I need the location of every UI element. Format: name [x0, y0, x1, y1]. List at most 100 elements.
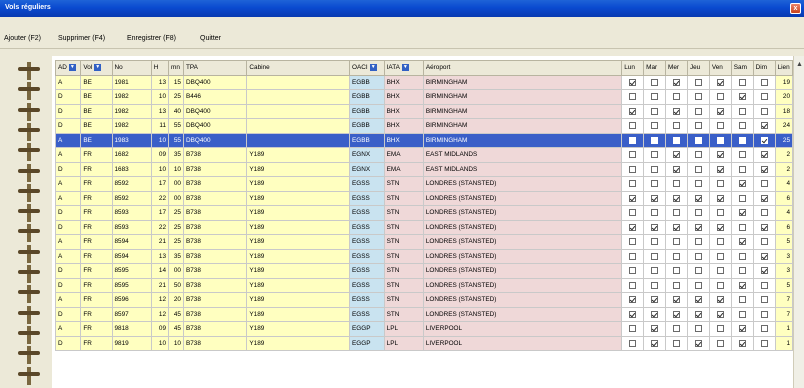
cell-ad[interactable]: A — [54, 176, 82, 192]
cell-iata[interactable]: EMA — [383, 147, 424, 163]
cell-vol[interactable]: FR — [80, 277, 113, 293]
day-checkbox[interactable] — [694, 136, 702, 144]
cell-tpa[interactable]: B738 — [182, 190, 248, 206]
col-dim[interactable]: Dim — [752, 60, 776, 76]
cell-aeroport[interactable]: BIRMINGHAM — [422, 103, 623, 119]
day-checkbox[interactable] — [672, 136, 680, 144]
cell-no[interactable]: 1982 — [111, 89, 152, 105]
cell-aeroport[interactable]: LIVERPOOL — [422, 335, 623, 351]
day-checkbox[interactable] — [651, 107, 659, 115]
filter-dropdown-icon[interactable]: ▼ — [369, 64, 377, 72]
scroll-up-icon[interactable]: ▲ — [795, 60, 804, 69]
cell-tpa[interactable]: B738 — [182, 219, 248, 235]
cell-mn[interactable]: 45 — [168, 306, 184, 322]
day-checkbox[interactable] — [760, 122, 768, 130]
cell-aeroport[interactable]: EAST MIDLANDS — [422, 161, 623, 177]
day-checkbox[interactable] — [760, 252, 768, 260]
cell-tpa[interactable]: B446 — [182, 89, 248, 105]
cell-aeroport[interactable]: BIRMINGHAM — [422, 89, 623, 105]
cell-vol[interactable]: BE — [80, 118, 113, 134]
cell-aeroport[interactable]: LONDRES (STANSTED) — [422, 190, 623, 206]
day-checkbox[interactable] — [651, 78, 659, 86]
cell-mn[interactable]: 55 — [168, 118, 184, 134]
table-row[interactable]: A FR 8594 13 35 B738 Y189 EGSS STN LONDRES (STANS… — [54, 248, 794, 264]
day-checkbox[interactable] — [629, 325, 637, 333]
cell-iata[interactable]: LPL — [383, 321, 424, 337]
cell-aeroport[interactable]: LONDRES (STANSTED) — [422, 277, 623, 293]
day-checkbox[interactable] — [651, 93, 659, 101]
day-checkbox[interactable] — [694, 296, 702, 304]
cell-aeroport[interactable]: LONDRES (STANSTED) — [422, 176, 623, 192]
col-ven[interactable]: Ven — [708, 60, 732, 76]
cell-cabine[interactable] — [246, 89, 351, 105]
menu-ajouter[interactable]: Ajouter (F2) — [4, 35, 41, 42]
table-row[interactable]: D FR 8597 12 45 B738 Y189 EGSS STN LONDRES (STANS… — [54, 306, 794, 322]
cell-tpa[interactable]: B738 — [182, 306, 248, 322]
day-checkbox[interactable] — [629, 267, 637, 275]
table-row[interactable]: A FR 8594 21 25 B738 Y189 EGSS STN LONDRES (STANS… — [54, 234, 794, 250]
cell-oaci[interactable]: EGSS — [349, 190, 385, 206]
cell-mn[interactable]: 00 — [168, 190, 184, 206]
day-checkbox[interactable] — [760, 180, 768, 188]
cell-h[interactable]: 10 — [150, 89, 170, 105]
cell-no[interactable]: 8594 — [111, 234, 152, 250]
day-checkbox[interactable] — [651, 325, 659, 333]
cell-mn[interactable]: 40 — [168, 103, 184, 119]
col-mar[interactable]: Mar — [643, 60, 667, 76]
cell-aeroport[interactable]: EAST MIDLANDS — [422, 147, 623, 163]
cell-vol[interactable]: BE — [80, 132, 113, 148]
cell-aeroport[interactable]: LONDRES (STANSTED) — [422, 306, 623, 322]
cell-iata[interactable]: STN — [383, 263, 424, 279]
cell-aeroport[interactable]: LONDRES (STANSTED) — [422, 234, 623, 250]
day-checkbox[interactable] — [760, 165, 768, 173]
cell-iata[interactable]: STN — [383, 306, 424, 322]
cell-cabine[interactable]: Y189 — [246, 234, 351, 250]
cell-iata[interactable]: STN — [383, 277, 424, 293]
col-no[interactable]: No — [111, 60, 152, 76]
cell-lien[interactable]: 19 — [774, 74, 794, 90]
day-checkbox[interactable] — [760, 151, 768, 159]
cell-tpa[interactable]: B738 — [182, 248, 248, 264]
cell-tpa[interactable]: B738 — [182, 263, 248, 279]
day-checkbox[interactable] — [651, 223, 659, 231]
table-row[interactable]: D FR 8595 21 50 B738 Y189 EGSS STN LONDRES (STANS… — [54, 277, 794, 293]
day-checkbox[interactable] — [672, 267, 680, 275]
cell-ad[interactable]: A — [54, 74, 82, 90]
cell-vol[interactable]: FR — [80, 248, 113, 264]
cell-h[interactable]: 22 — [150, 219, 170, 235]
cell-mn[interactable]: 20 — [168, 292, 184, 308]
cell-cabine[interactable]: Y189 — [246, 292, 351, 308]
cell-lien[interactable]: 6 — [774, 219, 794, 235]
day-checkbox[interactable] — [651, 238, 659, 246]
col-lun[interactable]: Lun — [621, 60, 645, 76]
cell-mn[interactable]: 35 — [168, 147, 184, 163]
cell-oaci[interactable]: EGSS — [349, 248, 385, 264]
cell-no[interactable]: 8592 — [111, 190, 152, 206]
table-row[interactable]: A BE 1983 10 55 DBQ400 EGBB BHX BIRMINGHAM 25 — [54, 132, 794, 148]
day-checkbox[interactable] — [672, 238, 680, 246]
day-checkbox[interactable] — [651, 209, 659, 217]
cell-vol[interactable]: FR — [80, 321, 113, 337]
cell-mn[interactable]: 45 — [168, 321, 184, 337]
cell-aeroport[interactable]: LONDRES (STANSTED) — [422, 248, 623, 264]
day-checkbox[interactable] — [629, 310, 637, 318]
day-checkbox[interactable] — [651, 281, 659, 289]
cell-ad[interactable]: D — [54, 335, 82, 351]
cell-ad[interactable]: D — [54, 306, 82, 322]
cell-oaci[interactable]: EGBB — [349, 132, 385, 148]
day-checkbox[interactable] — [651, 165, 659, 173]
cell-no[interactable]: 8593 — [111, 205, 152, 221]
menu-quitter[interactable]: Quitter — [200, 35, 221, 42]
day-checkbox[interactable] — [694, 180, 702, 188]
cell-cabine[interactable]: Y189 — [246, 263, 351, 279]
day-checkbox[interactable] — [738, 78, 746, 86]
day-checkbox[interactable] — [694, 310, 702, 318]
cell-lien[interactable]: 25 — [774, 132, 794, 148]
cell-iata[interactable]: STN — [383, 205, 424, 221]
cell-h[interactable]: 21 — [150, 277, 170, 293]
cell-oaci[interactable]: EGBB — [349, 103, 385, 119]
day-checkbox[interactable] — [694, 122, 702, 130]
cell-ad[interactable]: D — [54, 219, 82, 235]
filter-dropdown-icon[interactable]: ▼ — [401, 64, 409, 72]
cell-h[interactable]: 13 — [150, 248, 170, 264]
